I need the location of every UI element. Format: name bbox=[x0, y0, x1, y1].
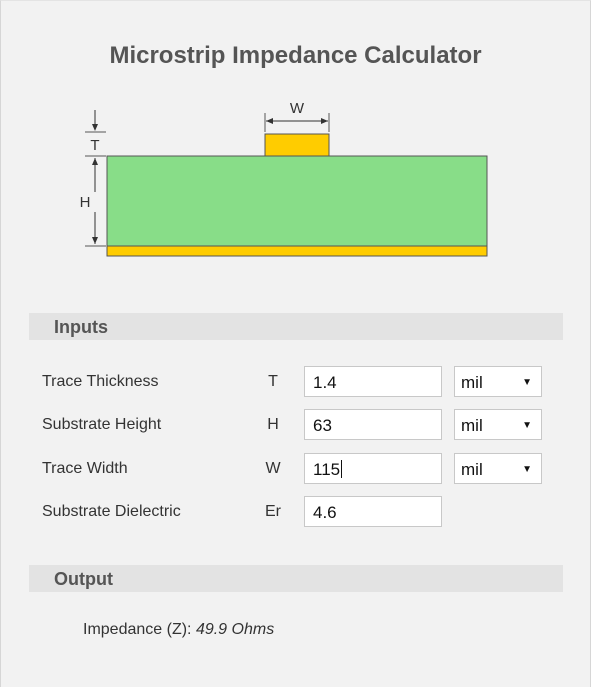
trace-width-unit-value: mil bbox=[461, 460, 483, 479]
chevron-down-icon: ▼ bbox=[522, 377, 532, 388]
width-arrow-left bbox=[266, 118, 273, 124]
chevron-down-icon: ▼ bbox=[522, 420, 532, 431]
inputs-heading: Inputs bbox=[54, 317, 108, 337]
substrate-dielectric-row: Substrate Dielectric Er 4.6 bbox=[0, 496, 591, 528]
substrate-dielectric-symbol: Er bbox=[265, 503, 281, 520]
substrate-height-unit-select[interactable]: mil ▼ bbox=[454, 409, 542, 440]
chevron-down-icon: ▼ bbox=[522, 464, 532, 475]
trace-thickness-input[interactable]: 1.4 bbox=[304, 366, 442, 397]
trace-thickness-symbol: T bbox=[268, 373, 278, 390]
trace-width-unit-select[interactable]: mil ▼ bbox=[454, 453, 542, 484]
impedance-label: Impedance (Z): bbox=[83, 621, 192, 638]
substrate-height-unit-value: mil bbox=[461, 416, 483, 435]
microstrip-diagram: W T H bbox=[80, 100, 488, 257]
height-arrow-top bbox=[92, 158, 98, 165]
thickness-dimension-label: T bbox=[90, 137, 99, 154]
trace-width-symbol: W bbox=[265, 460, 281, 477]
impedance-result: Impedance (Z): 49.9 Ohms bbox=[83, 621, 274, 639]
substrate-height-symbol: H bbox=[267, 416, 279, 433]
substrate-dielectric-input[interactable]: 4.6 bbox=[304, 496, 442, 527]
height-dimension-label: H bbox=[80, 194, 91, 211]
output-heading: Output bbox=[54, 569, 113, 589]
text-caret bbox=[341, 460, 343, 478]
inputs-section-header: Inputs bbox=[29, 313, 563, 340]
trace-thickness-row: Trace Thickness T 1.4 mil ▼ bbox=[0, 366, 591, 398]
impedance-value: 49.9 Ohms bbox=[195, 621, 275, 638]
trace-thickness-unit-select[interactable]: mil ▼ bbox=[454, 366, 542, 397]
substrate bbox=[106, 155, 488, 247]
trace-width-input[interactable]: 115 bbox=[304, 453, 442, 484]
thickness-arrow-top-head bbox=[92, 124, 98, 131]
substrate-height-row: Substrate Height H 63 mil ▼ bbox=[0, 409, 591, 441]
output-section-header: Output bbox=[29, 565, 563, 592]
substrate-height-label: Substrate Height bbox=[42, 416, 162, 433]
width-arrow-right bbox=[321, 118, 328, 124]
trace-width-label: Trace Width bbox=[42, 460, 128, 477]
substrate-height-input[interactable]: 63 bbox=[304, 409, 442, 440]
substrate-dielectric-label: Substrate Dielectric bbox=[42, 503, 181, 520]
trace-thickness-unit-value: mil bbox=[461, 373, 483, 392]
width-dimension-label: W bbox=[290, 100, 305, 117]
trace-copper bbox=[264, 133, 330, 157]
trace-width-input-value: 115 bbox=[313, 460, 341, 479]
height-arrow-bottom bbox=[92, 237, 98, 244]
trace-width-row: Trace Width W 115 mil ▼ bbox=[0, 453, 591, 485]
trace-thickness-label: Trace Thickness bbox=[42, 373, 159, 390]
ground-plane bbox=[106, 245, 488, 257]
